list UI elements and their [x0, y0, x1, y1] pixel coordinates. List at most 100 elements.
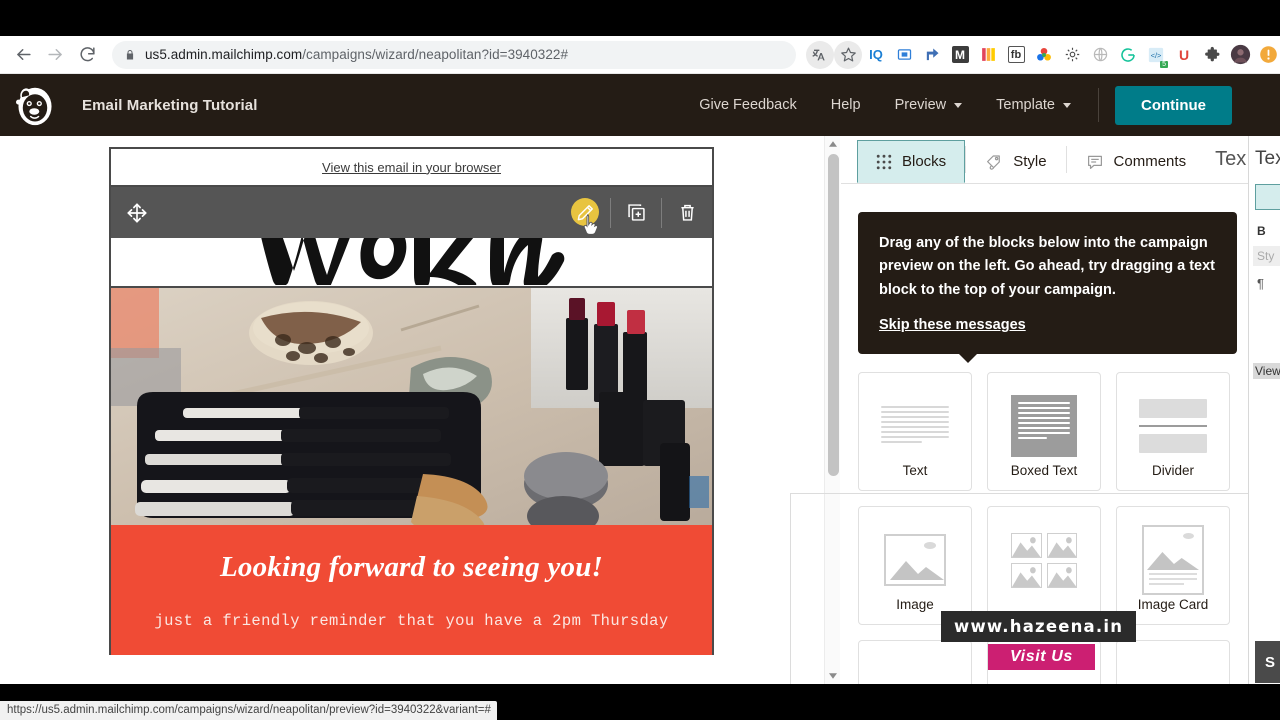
text-editor-side-window: Tex B Sty ¶ View S: [1248, 136, 1280, 684]
block-label: Divider: [1151, 463, 1194, 478]
block-card-boxed-text[interactable]: Boxed Text: [987, 372, 1101, 491]
letterbox-top: [0, 0, 1280, 36]
scroll-up-arrow-icon[interactable]: [825, 136, 841, 152]
tab-blocks[interactable]: Blocks: [857, 140, 966, 183]
chevron-down-icon: [954, 102, 963, 108]
hero-image-block[interactable]: [109, 288, 714, 525]
mailtrack-extension-icon[interactable]: M: [946, 41, 974, 69]
monday-extension-icon[interactable]: [974, 41, 1002, 69]
banner-body: just a friendly reminder that you have a…: [154, 612, 669, 630]
delete-block-button[interactable]: [662, 187, 712, 238]
update-alert-icon[interactable]: [1254, 41, 1280, 69]
header-link-template[interactable]: Template: [979, 74, 1088, 136]
move-handle-icon[interactable]: [126, 202, 148, 224]
code-extension-icon[interactable]: </> 5: [1142, 41, 1170, 69]
view-link[interactable]: View: [1253, 363, 1280, 379]
block-toolbar: [111, 187, 712, 238]
app-body: View this email in your browser Looking …: [0, 136, 1280, 684]
header-divider: [1098, 88, 1099, 122]
url-text: us5.admin.mailchimp.com/campaigns/wizard…: [145, 47, 568, 62]
page-title: Email Marketing Tutorial: [82, 96, 258, 114]
reload-icon[interactable]: [72, 40, 102, 70]
banner-headline: Looking forward to seeing you!: [219, 551, 604, 583]
logo-block[interactable]: [109, 187, 714, 288]
cta-banner-block[interactable]: Looking forward to seeing you! just a fr…: [109, 525, 714, 655]
grammarly-extension-icon[interactable]: [1114, 41, 1142, 69]
browser-window: us5.admin.mailchimp.com/campaigns/wizard…: [0, 36, 1280, 684]
view-in-browser-link[interactable]: View this email in your browser: [322, 160, 501, 175]
iq-extension-icon[interactable]: IQ: [862, 41, 890, 69]
skip-messages-link[interactable]: Skip these messages: [879, 317, 1026, 333]
email-canvas: View this email in your browser Looking …: [109, 147, 714, 655]
url-host: us5.admin.mailchimp.com: [145, 47, 303, 62]
watermark: www.hazeena.in Visit Us: [941, 611, 1280, 670]
header-link-label: Give Feedback: [699, 97, 797, 113]
url-path: /campaigns/wizard/neapolitan?id=3940322#: [302, 47, 569, 62]
comment-bubble-icon: [1087, 155, 1102, 169]
style-dropdown[interactable]: Sty: [1253, 246, 1280, 266]
header-link-label: Preview: [894, 97, 947, 113]
tooltip-text: Drag any of the blocks below into the ca…: [879, 235, 1215, 298]
app-header: Email Marketing Tutorial Give Feedback H…: [0, 74, 1280, 136]
header-link-label: Help: [830, 97, 861, 113]
view-in-browser-block[interactable]: View this email in your browser: [109, 147, 714, 187]
tab-comments[interactable]: Comments: [1067, 140, 1206, 183]
bold-button[interactable]: B: [1257, 224, 1280, 238]
side-window-title: Tex: [1255, 148, 1280, 169]
navigation-buttons: [0, 40, 102, 70]
grid-dots-icon: [876, 154, 892, 169]
block-toolbar-actions: [560, 187, 712, 238]
color-swatch[interactable]: [1255, 184, 1280, 210]
continue-button[interactable]: Continue: [1115, 85, 1232, 125]
translate-icon[interactable]: [806, 40, 834, 69]
onboarding-tooltip: Drag any of the blocks below into the ca…: [858, 212, 1237, 364]
globe-extension-icon[interactable]: [1086, 41, 1114, 69]
paint-tag-icon: [987, 154, 1001, 170]
profile-avatar-icon[interactable]: [1226, 41, 1254, 69]
tab-label: Style: [1013, 153, 1047, 170]
header-link-give-feedback[interactable]: Give Feedback: [682, 74, 814, 136]
pocket-extension-icon[interactable]: [890, 41, 918, 69]
share-arrow-extension-icon[interactable]: [918, 41, 946, 69]
campaign-preview-pane: View this email in your browser Looking …: [0, 136, 821, 684]
header-link-preview[interactable]: Preview: [878, 74, 980, 136]
browser-toolbar: us5.admin.mailchimp.com/campaigns/wizard…: [0, 36, 1280, 74]
u-extension-icon[interactable]: U: [1170, 41, 1198, 69]
extensions-puzzle-icon[interactable]: [1198, 41, 1226, 69]
header-link-help[interactable]: Help: [814, 74, 878, 136]
screen: us5.admin.mailchimp.com/campaigns/wizard…: [0, 0, 1280, 720]
boxed-text-icon: [988, 391, 1100, 461]
tab-label: Comments: [1113, 153, 1187, 170]
scrollbar-thumb[interactable]: [828, 154, 839, 476]
extension-toolbar: IQ M fb </> 5 U: [806, 40, 1280, 69]
svg-text:</>: </>: [1151, 51, 1162, 60]
watermark-cta[interactable]: Visit Us: [988, 644, 1095, 670]
bookmark-star-icon[interactable]: [834, 40, 862, 69]
back-arrow-icon[interactable]: [8, 40, 38, 70]
edit-block-button[interactable]: [560, 187, 610, 238]
block-card-divider[interactable]: Divider: [1116, 372, 1230, 491]
tooltip-pointer: [959, 354, 977, 364]
color-wheel-extension-icon[interactable]: [1030, 41, 1058, 69]
duplicate-block-button[interactable]: [611, 187, 661, 238]
status-bar-url: https://us5.admin.mailchimp.com/campaign…: [0, 701, 497, 720]
divider-icon: [1117, 391, 1229, 461]
tab-overflow-label[interactable]: Tex: [1205, 136, 1246, 183]
tab-style[interactable]: Style: [966, 140, 1065, 183]
text-lines-icon: [859, 391, 971, 461]
block-label: Boxed Text: [1010, 463, 1078, 478]
mailchimp-logo[interactable]: [12, 82, 58, 128]
lock-icon: [126, 49, 134, 59]
settings-gear-extension-icon[interactable]: [1058, 41, 1086, 69]
chevron-down-icon: [1063, 102, 1071, 108]
facebook-pixel-extension-icon[interactable]: fb: [1002, 41, 1030, 69]
block-card-text[interactable]: Text: [858, 372, 972, 491]
paragraph-mark-icon[interactable]: ¶: [1257, 276, 1280, 291]
block-label: Text: [902, 463, 928, 478]
tab-label: Blocks: [902, 153, 947, 170]
address-bar[interactable]: us5.admin.mailchimp.com/campaigns/wizard…: [112, 40, 796, 69]
watermark-url: www.hazeena.in: [941, 611, 1137, 642]
panel-tabs: Blocks Style Comments Tex: [841, 136, 1280, 184]
header-link-label: Template: [996, 97, 1055, 113]
forward-arrow-icon[interactable]: [40, 40, 70, 70]
